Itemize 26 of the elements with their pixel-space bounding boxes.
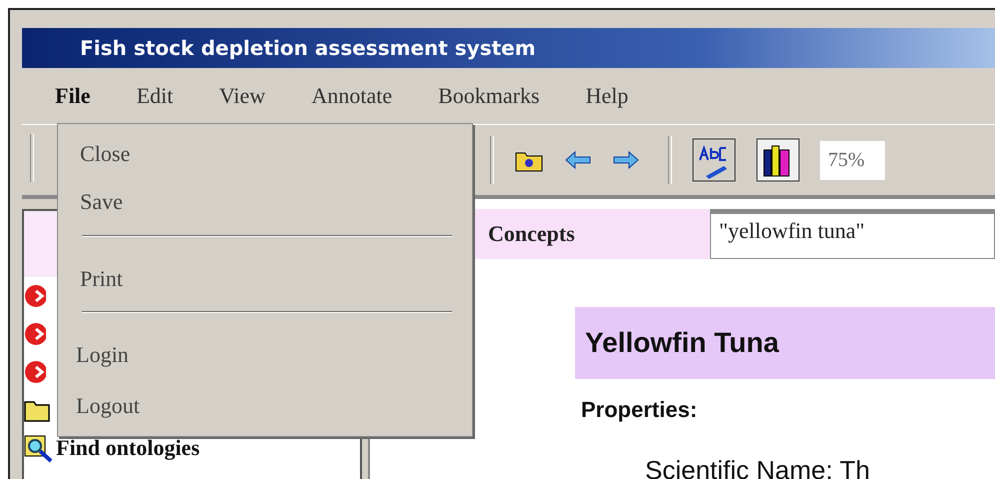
menu-item[interactable]: Annotate (311, 83, 392, 109)
spell-check-icon[interactable] (692, 138, 736, 182)
search-icon[interactable] (24, 433, 54, 463)
menu-item[interactable]: Bookmarks (438, 83, 540, 109)
menu-entry[interactable]: Close (80, 134, 130, 182)
menu-entry[interactable]: Login (76, 335, 129, 386)
menu-item[interactable]: File (55, 83, 90, 109)
concept-icon[interactable] (24, 283, 46, 309)
menu-entry[interactable]: Logout (76, 386, 140, 436)
query-field[interactable]: "yellowfin tuna" (710, 209, 995, 259)
menu-item[interactable]: View (219, 83, 266, 109)
concept-icon[interactable] (24, 359, 46, 385)
menu-item[interactable]: Help (586, 83, 628, 109)
concept-heading: Yellowfin Tuna (585, 327, 779, 359)
concept-icon[interactable] (24, 321, 46, 347)
property-text: Scientific Name: Th (645, 455, 870, 479)
sidebar-item[interactable]: Find ontologies (56, 435, 200, 461)
menu-entry[interactable]: Print (80, 258, 123, 308)
window-title: Fish stock depletion assessment system (80, 36, 536, 60)
properties-heading: Properties: (581, 397, 698, 423)
zoom-field[interactable]: 75% (820, 140, 885, 180)
back-arrow-icon[interactable] (564, 150, 592, 170)
books-icon[interactable] (756, 138, 800, 182)
menu-entry[interactable]: Save (80, 182, 123, 231)
menu-item[interactable]: Edit (136, 83, 174, 109)
forward-arrow-icon[interactable] (612, 150, 640, 170)
